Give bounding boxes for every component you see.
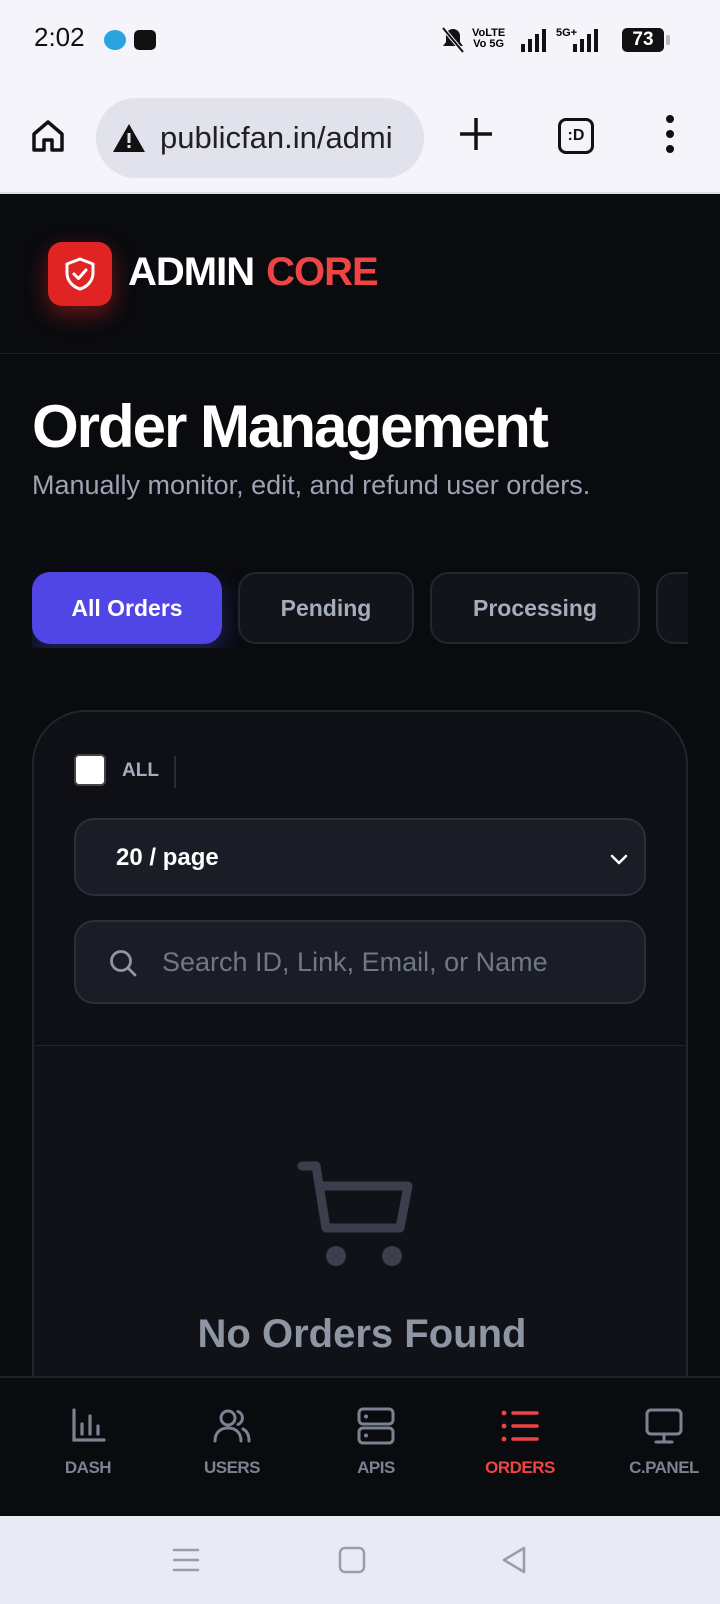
- divider: [174, 756, 176, 788]
- mute-bell-icon: [441, 26, 465, 54]
- logo[interactable]: [48, 242, 112, 306]
- status-bar: 2:02 VoLTE Vo 5G 5G+ 73: [0, 0, 720, 84]
- nav-label-users: USERS: [203, 1458, 261, 1477]
- shield-check-icon: [65, 257, 95, 291]
- tab-switcher-button[interactable]: :D: [558, 118, 594, 154]
- brand-accent: CORE: [266, 250, 379, 294]
- tab-more[interactable]: [656, 572, 688, 644]
- page-title: Order Management: [32, 393, 549, 460]
- network-type-label: VoLTE Vo 5G: [472, 27, 506, 50]
- back-icon[interactable]: [498, 1544, 530, 1576]
- new-tab-icon[interactable]: [456, 114, 496, 154]
- browser-toolbar: publicfan.in/admi :D: [0, 84, 720, 194]
- youtube-icon: [134, 30, 156, 50]
- monitor-icon: [645, 1408, 683, 1444]
- signal-icon-2: [573, 29, 598, 52]
- more-menu-icon[interactable]: [664, 114, 676, 154]
- bar-chart-icon: [72, 1408, 106, 1442]
- battery-indicator: 73: [622, 28, 670, 52]
- brand-primary: ADMIN: [128, 250, 255, 294]
- orders-toolbar: ALL 20 / page: [34, 712, 686, 1046]
- tab-pending[interactable]: Pending: [238, 572, 414, 644]
- app-header: ADMIN CORE: [0, 196, 720, 354]
- search-input[interactable]: [162, 942, 622, 982]
- tab-all-orders[interactable]: All Orders: [32, 572, 222, 644]
- per-page-value: 20 / page: [116, 844, 219, 871]
- home-icon[interactable]: [28, 116, 68, 156]
- telegram-icon: [104, 30, 126, 50]
- tab-processing[interactable]: Processing: [430, 572, 640, 644]
- address-bar[interactable]: publicfan.in/admi: [96, 98, 424, 178]
- url-text[interactable]: publicfan.in/admi: [160, 120, 393, 156]
- bottom-nav: DASH USERS APIS ORDERS C.PANEL: [0, 1376, 720, 1516]
- warning-icon[interactable]: [112, 122, 146, 154]
- recents-icon[interactable]: [170, 1544, 202, 1576]
- home-nav-icon[interactable]: [336, 1544, 368, 1576]
- nav-label-orders: ORDERS: [485, 1458, 555, 1477]
- search-icon: [110, 950, 137, 977]
- search-box[interactable]: [74, 920, 646, 1004]
- server-icon: [357, 1407, 395, 1445]
- brand-name: ADMIN CORE: [128, 250, 379, 295]
- nav-item-cpanel[interactable]: C.PANEL: [592, 1406, 720, 1478]
- empty-state-title: No Orders Found: [197, 1312, 527, 1356]
- nav-item-apis[interactable]: APIS: [304, 1406, 448, 1478]
- nav-item-dash[interactable]: DASH: [16, 1406, 160, 1478]
- users-icon: [213, 1409, 251, 1443]
- nav-label-apis: APIS: [357, 1458, 395, 1477]
- select-all-label: ALL: [122, 760, 159, 781]
- nav-label-dash: DASH: [64, 1458, 112, 1477]
- orders-card: ALL 20 / page No Orders Found: [32, 710, 688, 1410]
- chevron-down-icon: [610, 854, 628, 865]
- nav-item-users[interactable]: USERS: [160, 1406, 304, 1478]
- system-nav-bar: [0, 1516, 720, 1604]
- status-time: 2:02: [34, 22, 85, 52]
- nav-label-cpanel: C.PANEL: [629, 1458, 699, 1477]
- cart-icon: [297, 1161, 413, 1266]
- order-filter-tabs: All Orders Pending Processing: [32, 572, 688, 648]
- signal-icon-1: [521, 29, 546, 52]
- list-icon: [501, 1410, 539, 1442]
- nav-item-orders[interactable]: ORDERS: [448, 1406, 592, 1478]
- page-subtitle: Manually monitor, edit, and refund user …: [32, 470, 591, 500]
- select-all-checkbox[interactable]: [74, 754, 106, 786]
- per-page-select[interactable]: 20 / page: [74, 818, 646, 896]
